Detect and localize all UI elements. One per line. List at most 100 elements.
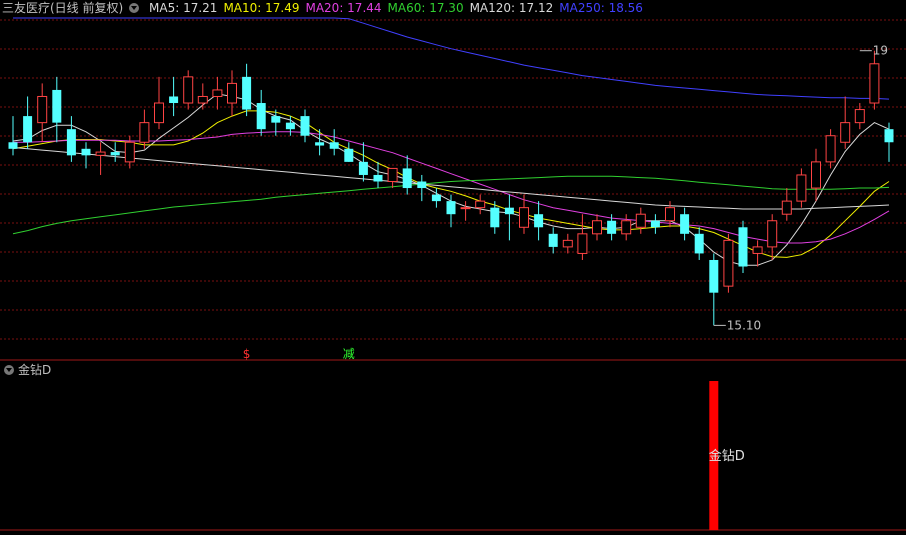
ma-legend-item: MA5: 17.21 xyxy=(149,1,218,15)
stock-title[interactable]: 三友医疗(日线 前复权) xyxy=(2,1,123,15)
candle xyxy=(256,89,266,136)
candle xyxy=(402,155,412,195)
candle-body xyxy=(154,102,164,124)
candle-body xyxy=(110,152,120,156)
ma-legend-item: MA60: 17.30 xyxy=(387,1,464,15)
candle-body xyxy=(548,233,558,247)
candle xyxy=(534,201,544,241)
chevron-down-icon[interactable] xyxy=(4,365,14,375)
candle xyxy=(694,227,704,260)
candle xyxy=(723,233,734,293)
candle-body xyxy=(285,122,295,130)
chevron-down-icon[interactable] xyxy=(129,3,140,13)
candle-body xyxy=(300,116,310,136)
candle-body xyxy=(37,95,48,124)
candle-body xyxy=(402,168,412,189)
candle xyxy=(329,129,339,156)
candle xyxy=(139,109,150,149)
candle-body xyxy=(709,259,719,293)
candle xyxy=(884,122,894,162)
candle-body xyxy=(387,167,398,182)
candle-body xyxy=(227,82,237,104)
candle xyxy=(635,207,646,234)
candle xyxy=(811,148,821,202)
candle xyxy=(475,194,486,215)
candle xyxy=(680,207,690,241)
candle-body xyxy=(854,109,865,124)
candle xyxy=(621,214,632,241)
candle xyxy=(95,142,106,175)
candle xyxy=(300,109,310,143)
ma-legend-item: MA10: 17.49 xyxy=(223,1,300,15)
candle-body xyxy=(534,214,544,228)
candle-body xyxy=(884,129,894,143)
candle-body xyxy=(373,174,383,182)
candle-body xyxy=(635,213,646,228)
candle xyxy=(37,83,48,143)
stock-chart: 15.10 19 $ 减 金钻D xyxy=(0,17,906,531)
candle-body xyxy=(607,220,617,234)
candle xyxy=(840,96,851,149)
candle xyxy=(592,214,602,241)
sub-chart-header: 金钻D xyxy=(2,362,51,378)
candle xyxy=(869,50,880,110)
candle xyxy=(767,214,778,260)
candle xyxy=(169,76,179,117)
candle-body xyxy=(460,207,471,210)
candle-body xyxy=(329,142,339,149)
ma-legend-item: MA120: 17.12 xyxy=(469,1,554,15)
candle-body xyxy=(621,220,632,235)
candle xyxy=(197,83,208,110)
candle-body xyxy=(781,200,792,215)
candle xyxy=(781,188,792,221)
candle-body xyxy=(504,207,514,215)
candle-body xyxy=(650,220,660,228)
candle-body xyxy=(169,96,179,104)
candle-body xyxy=(81,148,91,156)
candle-body xyxy=(242,76,252,110)
candle xyxy=(577,214,588,260)
ma-legend-item: MA250: 18.56 xyxy=(559,1,643,15)
candle-body xyxy=(840,122,851,143)
candle-body xyxy=(592,220,602,235)
signal-marker: 减 xyxy=(343,347,355,361)
candle-body xyxy=(66,129,76,156)
candle-body xyxy=(475,200,486,209)
candle xyxy=(387,167,398,189)
candle-body xyxy=(431,194,441,202)
candle xyxy=(66,116,76,162)
candle-body xyxy=(767,220,778,248)
candle-body xyxy=(197,95,208,104)
candle-body xyxy=(446,201,456,215)
main-chart-header: 三友医疗(日线 前复权) MA5: 17.21 MA10: 17.49 MA20: … xyxy=(2,0,655,16)
ma-legend-item: MA20: 17.44 xyxy=(305,1,382,15)
candle-body xyxy=(315,142,325,146)
candle-body xyxy=(665,207,675,222)
candle xyxy=(825,129,836,169)
candle xyxy=(110,142,120,162)
candle xyxy=(315,129,325,156)
candle-body xyxy=(577,233,588,254)
candle-body xyxy=(344,148,354,162)
candle-body xyxy=(52,89,62,123)
candle xyxy=(738,220,748,274)
candle-body xyxy=(723,239,734,287)
jinzuan-d-indicator: 金钻D xyxy=(709,381,745,530)
candle-body xyxy=(212,89,223,97)
candle-body xyxy=(811,161,821,189)
sub-chart-title[interactable]: 金钻D xyxy=(18,363,51,377)
candle-body xyxy=(694,233,704,254)
candle xyxy=(212,76,223,110)
candle-body xyxy=(139,122,150,143)
candle-body xyxy=(124,141,135,163)
candle xyxy=(431,188,441,208)
candle xyxy=(504,194,514,241)
candle xyxy=(358,142,368,182)
candle-body xyxy=(562,239,573,248)
candle-body xyxy=(358,161,368,175)
candle xyxy=(227,70,237,117)
ma-line-ma250 xyxy=(13,17,890,100)
candle xyxy=(23,96,33,149)
candle-body xyxy=(271,116,281,123)
candle-body xyxy=(183,76,194,104)
